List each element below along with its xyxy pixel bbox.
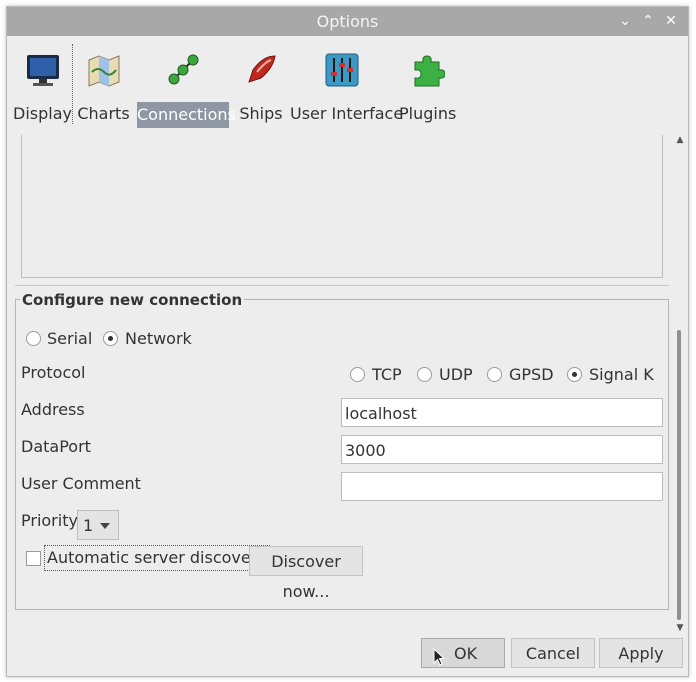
tcp-radio[interactable] xyxy=(350,367,365,382)
tab-user-interface[interactable]: User Interface xyxy=(290,44,403,124)
user-comment-field[interactable] xyxy=(341,472,663,501)
connections-list-panel xyxy=(15,135,669,286)
signalk-radio[interactable] xyxy=(567,367,582,382)
new-connection-group: Configure new connection Serial Network … xyxy=(15,291,669,610)
title-bar: Options ⌄ ⌃ ✕ xyxy=(7,7,688,36)
connections-list[interactable] xyxy=(21,135,663,278)
window-title: Options xyxy=(316,12,379,31)
tab-ships[interactable]: Ships xyxy=(236,44,286,124)
auto-discovery-checkbox[interactable] xyxy=(26,551,41,566)
gpsd-radio[interactable] xyxy=(487,367,502,382)
monitor-icon xyxy=(26,55,59,86)
apply-button[interactable]: Apply xyxy=(599,638,683,668)
address-label: Address xyxy=(21,400,85,419)
group-title: Configure new connection xyxy=(20,291,245,309)
discover-now-button[interactable]: Discover now... xyxy=(249,546,363,601)
vertical-scrollbar[interactable]: ▲ ▼ xyxy=(674,135,686,635)
tab-plugins[interactable]: Plugins xyxy=(399,44,456,124)
sliders-icon xyxy=(325,53,359,87)
puzzle-icon xyxy=(414,55,445,87)
network-label: Network xyxy=(125,329,192,348)
options-dialog: Options ⌄ ⌃ ✕ Display Charts Connections… xyxy=(6,6,689,677)
ok-label: OK xyxy=(454,644,478,663)
minimize-icon[interactable]: ⌄ xyxy=(616,11,634,31)
tab-connections[interactable]: Connections xyxy=(137,44,236,128)
cancel-button[interactable]: Cancel xyxy=(511,638,595,668)
auto-discovery-label[interactable]: Automatic server discovery xyxy=(44,545,270,571)
dataport-field[interactable]: 3000 xyxy=(341,435,663,464)
connections-icon xyxy=(168,54,199,85)
ok-button[interactable]: OK xyxy=(421,638,505,668)
dataport-label: DataPort xyxy=(21,437,91,456)
udp-radio[interactable] xyxy=(417,367,432,382)
maximize-icon[interactable]: ⌃ xyxy=(639,11,657,31)
tab-display[interactable]: Display xyxy=(13,44,73,124)
user-comment-label: User Comment xyxy=(21,474,141,493)
address-field[interactable]: localhost xyxy=(341,398,663,427)
cursor-icon xyxy=(433,648,445,666)
close-icon[interactable]: ✕ xyxy=(662,11,680,31)
serial-label: Serial xyxy=(47,329,93,348)
scroll-up-icon[interactable]: ▲ xyxy=(675,135,685,145)
protocol-label: Protocol xyxy=(21,363,86,382)
udp-label: UDP xyxy=(439,365,473,384)
options-toolbar: Display Charts Connections Ships User In… xyxy=(7,36,688,132)
priority-label: Priority xyxy=(21,511,78,530)
priority-dropdown[interactable]: 1 xyxy=(77,510,119,540)
priority-value: 1 xyxy=(83,516,94,535)
tcp-label: TCP xyxy=(372,365,402,384)
charts-icon xyxy=(88,55,119,87)
tab-charts[interactable]: Charts xyxy=(76,44,131,124)
network-radio[interactable] xyxy=(103,331,118,346)
scrollbar-thumb[interactable] xyxy=(677,330,681,620)
chevron-down-icon xyxy=(100,523,110,529)
serial-radio[interactable] xyxy=(26,331,41,346)
gpsd-label: GPSD xyxy=(509,365,554,384)
signalk-label: Signal K xyxy=(589,365,654,384)
scroll-down-icon[interactable]: ▼ xyxy=(675,623,685,633)
ship-icon xyxy=(248,55,276,83)
